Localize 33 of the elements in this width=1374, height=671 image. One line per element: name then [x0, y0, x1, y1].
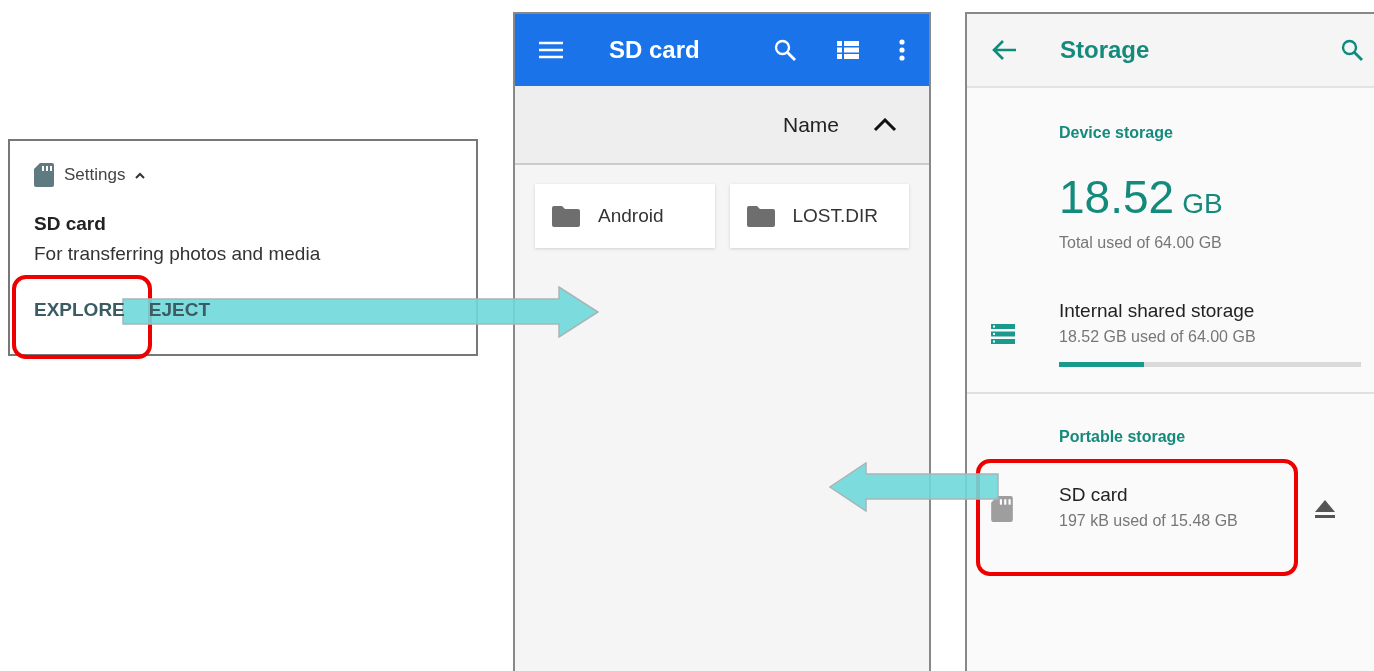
sd-card-icon — [991, 496, 1013, 522]
back-arrow-icon[interactable] — [991, 39, 1017, 61]
storage-icon — [991, 323, 1015, 344]
eject-icon[interactable] — [1315, 500, 1335, 518]
caret-icon[interactable] — [873, 117, 897, 132]
storage-name[interactable]: Internal shared storage — [1059, 300, 1361, 322]
menu-icon[interactable] — [539, 41, 563, 59]
screen-title: Storage — [1060, 36, 1151, 64]
caret-icon — [135, 171, 146, 179]
folder-item[interactable]: Android — [535, 184, 715, 248]
sd-card-icon — [34, 163, 54, 187]
notification-text: For transferring photos and media — [34, 243, 322, 265]
notification-title: SD card — [34, 213, 107, 235]
action-button[interactable]: EXPLORE — [34, 299, 125, 321]
storage-summary: 18.52 GB used of 64.00 GB — [1059, 328, 1257, 346]
used-caption: Total used of 64.00 GB — [1059, 234, 1223, 252]
used-amount: 18.52 — [1059, 170, 1175, 224]
storage-summary: 197 kB used of 15.48 GB — [1059, 512, 1238, 530]
storage-name[interactable]: SD card — [1059, 484, 1238, 506]
search-icon[interactable] — [1340, 38, 1364, 62]
section-header: Portable storage — [1059, 428, 1187, 446]
search-icon[interactable] — [773, 38, 797, 62]
section-header: Device storage — [1059, 124, 1174, 142]
folder-icon — [746, 205, 775, 227]
app-name: Settings — [64, 165, 126, 185]
more-options-icon[interactable] — [899, 39, 905, 61]
used-unit: GB — [1182, 188, 1223, 220]
list-view-icon[interactable] — [837, 41, 859, 59]
action-button[interactable]: EJECT — [148, 299, 211, 321]
app-title: SD card — [609, 36, 701, 64]
sort-label[interactable]: Name — [782, 112, 839, 137]
folder-icon — [552, 205, 580, 227]
folder-item[interactable]: LOST.DIR — [729, 184, 909, 248]
